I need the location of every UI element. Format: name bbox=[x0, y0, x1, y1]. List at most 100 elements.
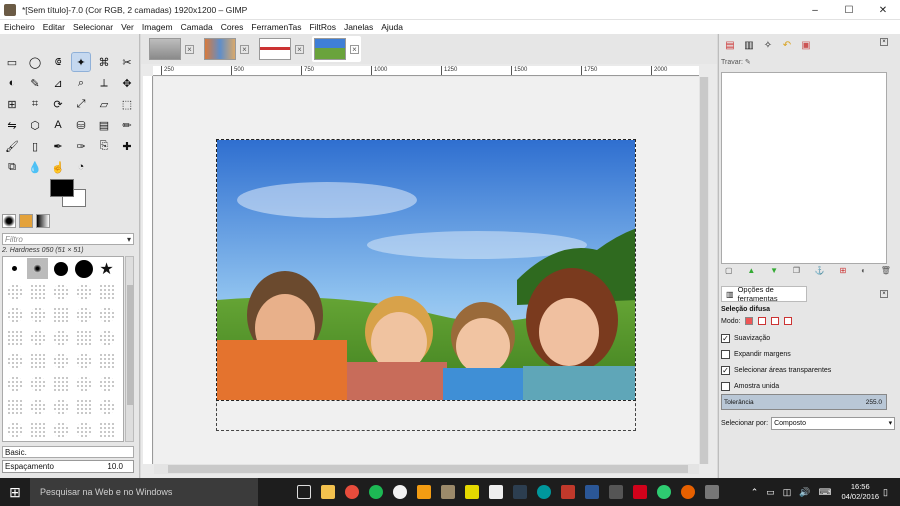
brush-thumbnail[interactable] bbox=[73, 396, 94, 417]
blur-tool-icon[interactable]: 💧 bbox=[26, 158, 44, 176]
expand-edges-checkbox[interactable]: Expandir margens bbox=[721, 350, 791, 359]
brush-thumbnail[interactable] bbox=[73, 350, 94, 371]
brush-thumbnail[interactable] bbox=[96, 419, 117, 440]
select-transparent-checkbox[interactable]: ✓ Selecionar áreas transparentes bbox=[721, 366, 831, 375]
patterns-tab-icon[interactable] bbox=[19, 214, 33, 228]
images-icon[interactable]: ▣ bbox=[798, 37, 814, 53]
menu-filters[interactable]: FiltRos bbox=[310, 22, 336, 32]
brush-preset[interactable]: Basic. bbox=[2, 446, 134, 458]
sample-merged-checkbox[interactable]: Amostra unida bbox=[721, 382, 779, 391]
menu-image[interactable]: Imagem bbox=[142, 22, 173, 32]
brush-thumbnail[interactable] bbox=[50, 350, 71, 371]
brush-thumbnail[interactable]: ★ bbox=[96, 258, 117, 279]
brush-thumbnail[interactable] bbox=[4, 304, 25, 325]
menu-colors[interactable]: Cores bbox=[221, 22, 244, 32]
clock[interactable]: 16:56 04/02/2016 bbox=[842, 482, 880, 502]
duplicate-layer-icon[interactable]: ❐ bbox=[793, 266, 800, 278]
text-tool-icon[interactable]: A bbox=[49, 116, 67, 134]
brush-thumbnail[interactable] bbox=[50, 281, 71, 302]
scissors-tool-icon[interactable]: ✂ bbox=[118, 53, 136, 71]
rotate-tool-icon[interactable]: ⟳ bbox=[49, 95, 67, 113]
word-icon[interactable] bbox=[585, 485, 599, 499]
mode-add-icon[interactable] bbox=[758, 317, 767, 325]
brush-thumbnail[interactable] bbox=[4, 327, 25, 348]
brush-thumbnail[interactable] bbox=[27, 350, 48, 371]
menu-edit[interactable]: Editar bbox=[43, 22, 65, 32]
windows-start-icon[interactable]: ⊞ bbox=[0, 478, 30, 506]
brush-thumbnail[interactable] bbox=[73, 281, 94, 302]
image-tab-1[interactable]: × bbox=[147, 36, 196, 62]
brush-lock-icon[interactable]: ✎ bbox=[745, 59, 751, 66]
brush-thumbnail[interactable] bbox=[96, 281, 117, 302]
mode-intersect-icon[interactable] bbox=[784, 317, 793, 325]
brush-filter-input[interactable]: Filtro ▾ bbox=[2, 233, 134, 245]
brush-thumbnail[interactable] bbox=[96, 327, 117, 348]
dodge-tool-icon[interactable]: ◔ bbox=[72, 158, 90, 176]
network-icon[interactable]: ◫ bbox=[783, 487, 792, 498]
brush-thumbnail[interactable] bbox=[50, 304, 71, 325]
image-tab-4[interactable]: × bbox=[312, 36, 361, 62]
brush-thumbnail[interactable] bbox=[96, 304, 117, 325]
close-icon[interactable]: × bbox=[350, 44, 359, 54]
close-button[interactable]: ✕ bbox=[866, 0, 900, 20]
new-layer-icon[interactable]: ▢ bbox=[725, 266, 733, 278]
volume-icon[interactable]: 🔊 bbox=[799, 487, 810, 498]
brush-thumbnail[interactable] bbox=[50, 258, 71, 279]
canvas[interactable] bbox=[154, 77, 699, 464]
brush-thumbnail[interactable] bbox=[73, 304, 94, 325]
mask-layer-icon[interactable]: ◐ bbox=[861, 266, 866, 278]
app-p-icon[interactable] bbox=[513, 485, 527, 499]
tool-options-tab[interactable]: ▥ Opções de ferramentas bbox=[721, 285, 807, 303]
ink-tool-icon[interactable]: ✑ bbox=[72, 137, 90, 155]
media-app-icon[interactable] bbox=[417, 485, 431, 499]
app-icon[interactable] bbox=[489, 485, 503, 499]
brush-scrollbar[interactable] bbox=[125, 256, 134, 442]
vertical-scrollbar[interactable] bbox=[699, 77, 709, 464]
rect-select-tool-icon[interactable]: ▭ bbox=[3, 53, 21, 71]
minimize-button[interactable]: – bbox=[798, 0, 832, 20]
brush-thumbnail[interactable] bbox=[4, 258, 25, 279]
clone-tool-icon[interactable]: ⎘ bbox=[95, 137, 113, 155]
menu-help[interactable]: Ajuda bbox=[381, 22, 403, 32]
close-icon[interactable]: × bbox=[880, 290, 888, 298]
move-tool-icon[interactable]: ✥ bbox=[118, 74, 136, 92]
menu-windows[interactable]: Janelas bbox=[344, 22, 373, 32]
brush-thumbnail[interactable] bbox=[27, 373, 48, 394]
airbrush-tool-icon[interactable]: ✒ bbox=[49, 137, 67, 155]
app-star-icon[interactable] bbox=[633, 485, 647, 499]
threshold-slider[interactable]: Tolerância 255.0 bbox=[721, 394, 887, 410]
firefox-icon[interactable] bbox=[681, 485, 695, 499]
brush-thumbnail[interactable] bbox=[27, 327, 48, 348]
shear-tool-icon[interactable]: ▱ bbox=[95, 95, 113, 113]
brush-thumbnail[interactable] bbox=[96, 396, 117, 417]
menu-file[interactable]: Eicheiro bbox=[4, 22, 35, 32]
gradients-tab-icon[interactable] bbox=[36, 214, 50, 228]
chrome-icon[interactable] bbox=[345, 485, 359, 499]
chevron-up-icon[interactable]: ⌃ bbox=[751, 487, 759, 498]
bucket-fill-tool-icon[interactable]: ⛁ bbox=[72, 116, 90, 134]
align-tool-icon[interactable]: ⊞ bbox=[3, 95, 21, 113]
channels-icon[interactable]: ▥ bbox=[741, 37, 757, 53]
brushes-tab-icon[interactable] bbox=[2, 214, 16, 228]
perspective-tool-icon[interactable]: ⬚ bbox=[118, 95, 136, 113]
brush-thumbnail[interactable] bbox=[27, 258, 48, 279]
ellipse-select-tool-icon[interactable]: ◯ bbox=[26, 53, 44, 71]
pencil-tool-icon[interactable]: ✏ bbox=[118, 116, 136, 134]
brush-thumbnail[interactable] bbox=[73, 419, 94, 440]
notifications-icon[interactable]: ▯ bbox=[883, 487, 888, 498]
crop-tool-icon[interactable]: ⌗ bbox=[26, 95, 44, 113]
image-tab-3[interactable]: × bbox=[257, 36, 306, 62]
foreground-select-tool-icon[interactable]: ◐ bbox=[3, 74, 21, 92]
blend-tool-icon[interactable]: ▤ bbox=[95, 116, 113, 134]
layers-icon[interactable]: ▤ bbox=[722, 37, 738, 53]
close-icon[interactable]: × bbox=[240, 44, 249, 54]
arduino-icon[interactable] bbox=[537, 485, 551, 499]
scale-tool-icon[interactable]: ⤢ bbox=[72, 95, 90, 113]
heal-tool-icon[interactable]: ✚ bbox=[118, 137, 136, 155]
brush-thumbnail[interactable] bbox=[73, 258, 94, 279]
free-select-tool-icon[interactable]: ⟃ bbox=[49, 53, 67, 71]
brush-thumbnail[interactable] bbox=[73, 327, 94, 348]
paths-tool-icon[interactable]: ✎ bbox=[26, 74, 44, 92]
gimp-icon[interactable] bbox=[441, 485, 455, 499]
brush-thumbnail[interactable] bbox=[50, 327, 71, 348]
